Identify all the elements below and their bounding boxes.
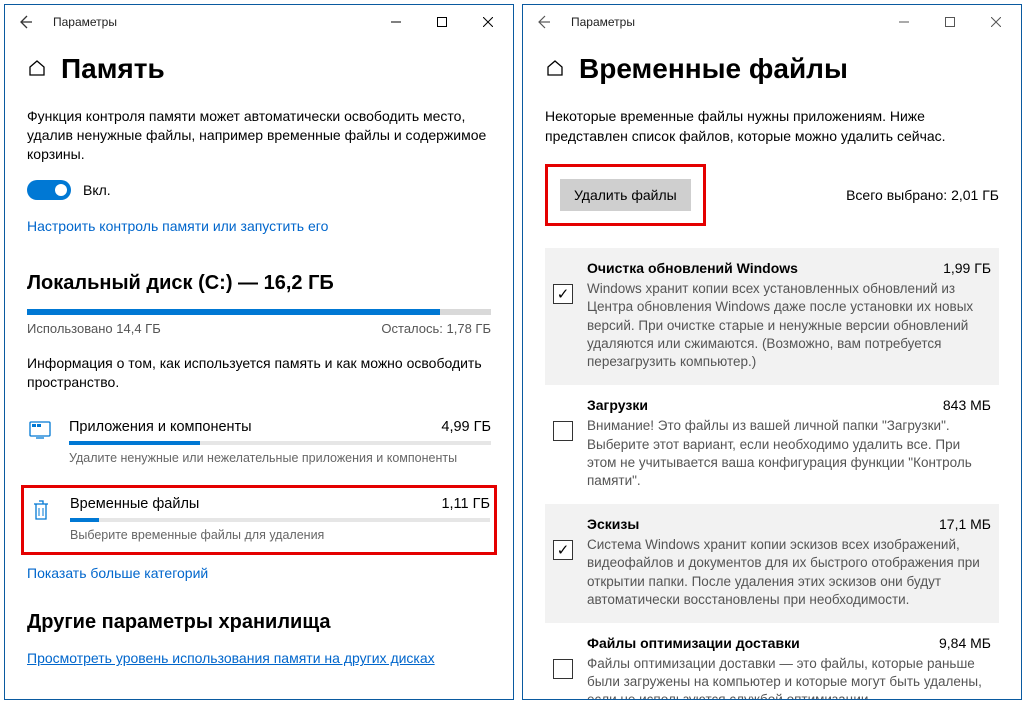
close-button[interactable] (973, 7, 1019, 37)
temp-files-desc: Некоторые временные файлы нужны приложен… (545, 107, 999, 146)
category-bar (69, 441, 491, 445)
titlebar: Параметры (523, 5, 1021, 39)
category-desc: Выберите временные файлы для удаления (70, 528, 490, 542)
settings-window-temp-files: Параметры Временные файлы Некоторые врем… (522, 4, 1022, 700)
temp-file-desc: Файлы оптимизации доставки — это файлы, … (587, 655, 991, 699)
disk-used-label: Использовано 14,4 ГБ (27, 321, 161, 336)
category-apps[interactable]: Приложения и компоненты 4,99 ГБ Удалите … (27, 411, 491, 479)
home-icon[interactable] (27, 58, 47, 81)
category-desc: Удалите ненужные или нежелательные прило… (69, 451, 491, 465)
disk-remaining-label: Осталось: 1,78 ГБ (381, 321, 491, 336)
temp-file-item: Эскизы 17,1 МБ Система Windows хранит копи… (545, 504, 999, 623)
minimize-button[interactable] (881, 7, 927, 37)
window-title: Параметры (571, 15, 635, 29)
delete-files-button[interactable]: Удалить файлы (560, 179, 691, 211)
total-selected: Всего выбрано: 2,01 ГБ (846, 187, 999, 203)
category-title: Приложения и компоненты (69, 419, 252, 435)
minimize-button[interactable] (373, 7, 419, 37)
temp-file-item: Загрузки 843 МБ Внимание! Это файлы из ваш… (545, 385, 999, 504)
close-button[interactable] (465, 7, 511, 37)
other-storage-title: Другие параметры хранилища (27, 611, 491, 634)
settings-window-storage: Параметры Память Функция контроля памяти… (4, 4, 514, 700)
temp-file-desc: Внимание! Это файлы из вашей личной папк… (587, 417, 991, 490)
category-bar (70, 518, 490, 522)
disk-title: Локальный диск (C:) — 16,2 ГБ (27, 272, 491, 295)
toggle-label: Вкл. (83, 182, 111, 198)
temp-file-desc: Система Windows хранит копии эскизов все… (587, 536, 991, 609)
home-icon[interactable] (545, 58, 565, 81)
temp-file-size: 843 МБ (943, 397, 991, 413)
trash-icon (28, 496, 54, 522)
back-button[interactable] (11, 8, 39, 36)
category-size: 4,99 ГБ (441, 419, 491, 435)
temp-file-size: 9,84 МБ (939, 635, 991, 651)
disk-usage-bar (27, 309, 491, 315)
temp-file-title: Файлы оптимизации доставки (587, 635, 800, 651)
temp-file-title: Загрузки (587, 397, 648, 413)
temp-file-item: Файлы оптимизации доставки 9,84 МБ Файлы о… (545, 623, 999, 699)
temp-file-size: 1,99 ГБ (943, 260, 991, 276)
temp-file-checkbox[interactable] (553, 284, 573, 304)
other-disks-link[interactable]: Просмотреть уровень использования памяти… (27, 650, 491, 666)
temp-file-title: Эскизы (587, 516, 639, 532)
maximize-button[interactable] (927, 7, 973, 37)
temp-file-checkbox[interactable] (553, 659, 573, 679)
titlebar: Параметры (5, 5, 513, 39)
back-button[interactable] (529, 8, 557, 36)
temp-file-checkbox[interactable] (553, 540, 573, 560)
page-title: Временные файлы (579, 53, 848, 85)
temp-file-size: 17,1 МБ (939, 516, 991, 532)
temp-file-item: Очистка обновлений Windows 1,99 ГБ Windows… (545, 248, 999, 385)
apps-icon (27, 419, 53, 439)
temp-file-checkbox[interactable] (553, 421, 573, 441)
show-more-categories-link[interactable]: Показать больше категорий (27, 565, 491, 581)
configure-storage-sense-link[interactable]: Настроить контроль памяти или запустить … (27, 218, 491, 234)
category-size: 1,11 ГБ (441, 496, 490, 512)
storage-sense-toggle[interactable] (27, 180, 71, 200)
category-temp-files[interactable]: Временные файлы 1,11 ГБ Выберите временн… (21, 485, 497, 555)
temp-file-desc: Windows хранит копии всех установленных … (587, 280, 991, 371)
delete-highlight: Удалить файлы (545, 164, 706, 226)
temp-file-title: Очистка обновлений Windows (587, 260, 798, 276)
temp-files-list: Очистка обновлений Windows 1,99 ГБ Windows… (545, 248, 999, 699)
page-title: Память (61, 53, 165, 85)
storage-sense-desc: Функция контроля памяти может автоматиче… (27, 107, 491, 164)
window-title: Параметры (53, 15, 117, 29)
usage-info: Информация о том, как используется памят… (27, 354, 491, 392)
category-title: Временные файлы (70, 496, 199, 512)
maximize-button[interactable] (419, 7, 465, 37)
